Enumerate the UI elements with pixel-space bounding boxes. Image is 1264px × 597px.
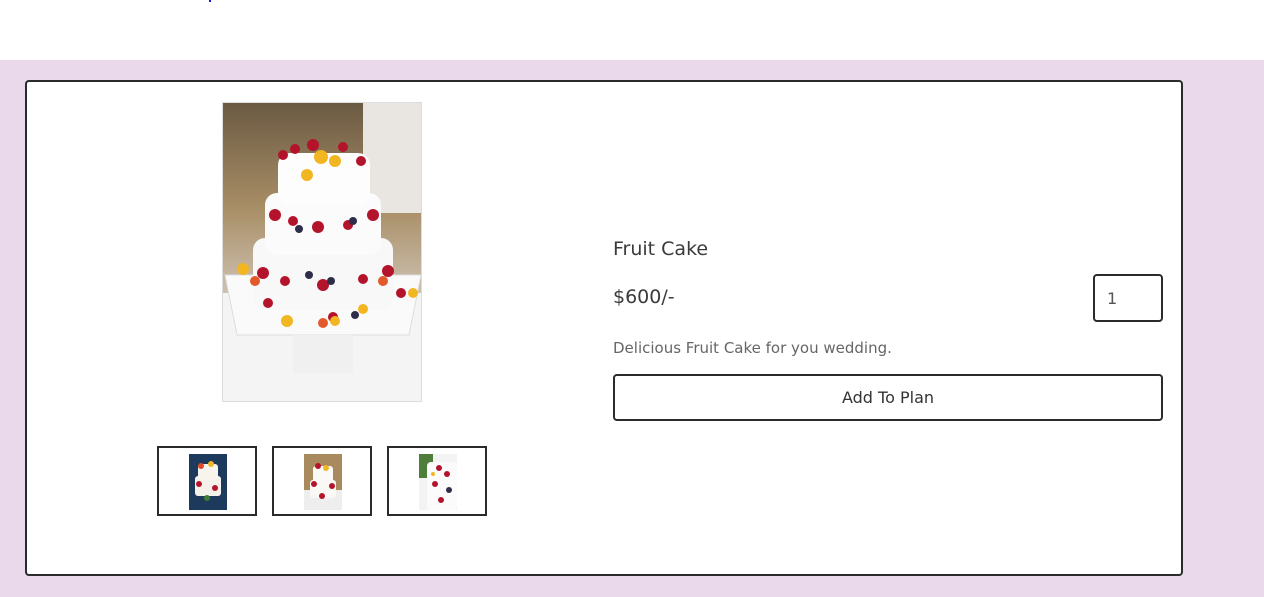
cake-illustration [223,103,421,401]
thumbnail-image [419,454,457,510]
main-product-image [222,102,422,402]
product-title: Fruit Cake [613,238,709,260]
top-header-area [0,0,1264,60]
add-to-plan-button[interactable]: Add To Plan [613,374,1163,421]
product-price: $600/- [613,286,675,308]
thumbnail-image [189,454,227,510]
thumbnail-2[interactable] [272,446,372,516]
thumbnail-image [304,454,342,510]
header-link-fragment [209,0,211,2]
thumbnail-1[interactable] [157,446,257,516]
product-description: Delicious Fruit Cake for you wedding. [613,339,892,357]
quantity-input[interactable] [1093,274,1163,322]
thumbnail-3[interactable] [387,446,487,516]
